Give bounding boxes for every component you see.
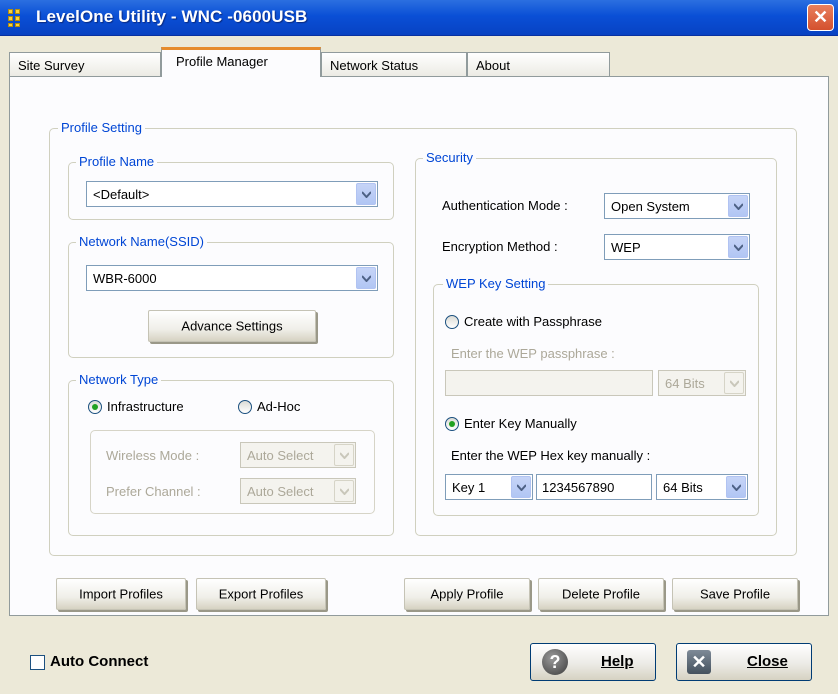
passphrase-bits-value: 64 Bits: [665, 376, 705, 391]
chevron-down-icon: [334, 480, 354, 502]
encryption-method-select[interactable]: WEP: [604, 234, 750, 260]
save-profile-label: Save Profile: [699, 586, 771, 602]
import-profiles-label: Import Profiles: [79, 586, 163, 602]
auto-connect-checkbox[interactable]: [30, 655, 45, 670]
passphrase-bits-select[interactable]: 64 Bits: [658, 370, 746, 396]
apply-profile-label: Apply Profile: [430, 586, 504, 602]
help-button[interactable]: ? Help: [530, 643, 656, 681]
apply-profile-button[interactable]: Apply Profile: [404, 578, 530, 610]
close-button[interactable]: ✕ Close: [676, 643, 812, 681]
window-close-button[interactable]: ✕: [807, 4, 834, 31]
tab-site-survey[interactable]: Site Survey: [9, 52, 161, 76]
advance-settings-label: Advance Settings: [181, 318, 283, 334]
prefer-channel-label: Prefer Channel :: [106, 484, 201, 499]
chevron-down-icon: [726, 476, 746, 498]
window-title: LevelOne Utility - WNC -0600USB: [36, 7, 308, 26]
create-passphrase-radio[interactable]: [445, 315, 459, 329]
adhoc-label: Ad-Hoc: [257, 399, 301, 414]
network-name-title: Network Name(SSID): [76, 234, 207, 249]
chevron-down-icon: [724, 372, 744, 394]
delete-profile-button[interactable]: Delete Profile: [538, 578, 664, 610]
prefer-channel-select[interactable]: Auto Select: [240, 478, 356, 504]
help-label: Help: [601, 653, 634, 670]
passphrase-prompt: Enter the WEP passphrase :: [451, 346, 615, 361]
tab-about[interactable]: About: [467, 52, 610, 76]
hex-key-prompt: Enter the WEP Hex key manually :: [451, 448, 651, 463]
tab-network-status[interactable]: Network Status: [321, 52, 467, 76]
ssid-value: WBR-6000: [93, 271, 157, 286]
passphrase-input[interactable]: [445, 370, 653, 396]
infrastructure-radio[interactable]: [88, 400, 102, 414]
profile-name-title: Profile Name: [76, 154, 158, 169]
chevron-down-icon: [334, 444, 354, 466]
auth-mode-select[interactable]: Open System: [604, 193, 750, 219]
chevron-down-icon: [356, 267, 376, 289]
wireless-mode-select[interactable]: Auto Select: [240, 442, 356, 468]
prefer-channel-value: Auto Select: [247, 484, 314, 499]
chevron-down-icon: [728, 236, 748, 258]
close-icon: ✕: [687, 650, 711, 674]
ssid-select[interactable]: WBR-6000: [86, 265, 378, 291]
tab-label: About: [476, 58, 510, 73]
close-label: Close: [747, 653, 788, 670]
save-profile-button[interactable]: Save Profile: [672, 578, 798, 610]
key-bits-select[interactable]: 64 Bits: [656, 474, 748, 500]
chevron-down-icon: [728, 195, 748, 217]
infrastructure-label: Infrastructure: [107, 399, 184, 414]
create-passphrase-label: Create with Passphrase: [464, 314, 603, 329]
profile-name-value: <Default>: [93, 187, 150, 202]
wireless-mode-label: Wireless Mode :: [106, 448, 200, 463]
profile-name-select[interactable]: <Default>: [86, 181, 378, 207]
tab-label: Network Status: [330, 58, 419, 73]
export-profiles-label: Export Profiles: [218, 586, 304, 602]
wep-key-value: 1234567890: [542, 480, 615, 495]
encryption-method-label: Encryption Method :: [442, 239, 558, 254]
auth-mode-label: Authentication Mode :: [442, 198, 568, 213]
title-bar: LevelOne Utility - WNC -0600USB ✕: [0, 0, 838, 36]
auto-connect-label: Auto Connect: [50, 653, 149, 670]
wep-key-setting-title: WEP Key Setting: [443, 276, 549, 291]
key-bits-value: 64 Bits: [663, 480, 703, 495]
advance-settings-button[interactable]: Advance Settings: [148, 310, 316, 342]
help-icon: ?: [542, 649, 568, 675]
encryption-method-value: WEP: [611, 240, 641, 255]
close-icon: ✕: [812, 7, 829, 27]
tab-label: Site Survey: [18, 58, 85, 73]
chevron-down-icon: [356, 183, 376, 205]
chevron-down-icon: [511, 476, 531, 498]
wep-key-input[interactable]: 1234567890: [536, 474, 652, 500]
enter-key-manually-radio[interactable]: [445, 417, 459, 431]
profile-setting-title: Profile Setting: [58, 120, 145, 135]
delete-profile-label: Delete Profile: [561, 586, 641, 602]
auth-mode-value: Open System: [611, 199, 690, 214]
wireless-mode-value: Auto Select: [247, 448, 314, 463]
app-icon: [8, 9, 34, 27]
key-index-select[interactable]: Key 1: [445, 474, 533, 500]
adhoc-radio[interactable]: [238, 400, 252, 414]
security-title: Security: [423, 150, 476, 165]
key-index-value: Key 1: [452, 480, 486, 495]
network-type-title: Network Type: [76, 372, 162, 387]
tab-label: Profile Manager: [176, 54, 268, 69]
export-profiles-button[interactable]: Export Profiles: [196, 578, 326, 610]
import-profiles-button[interactable]: Import Profiles: [56, 578, 186, 610]
tab-profile-manager[interactable]: Profile Manager: [161, 47, 321, 77]
enter-key-manually-label: Enter Key Manually: [464, 416, 577, 431]
